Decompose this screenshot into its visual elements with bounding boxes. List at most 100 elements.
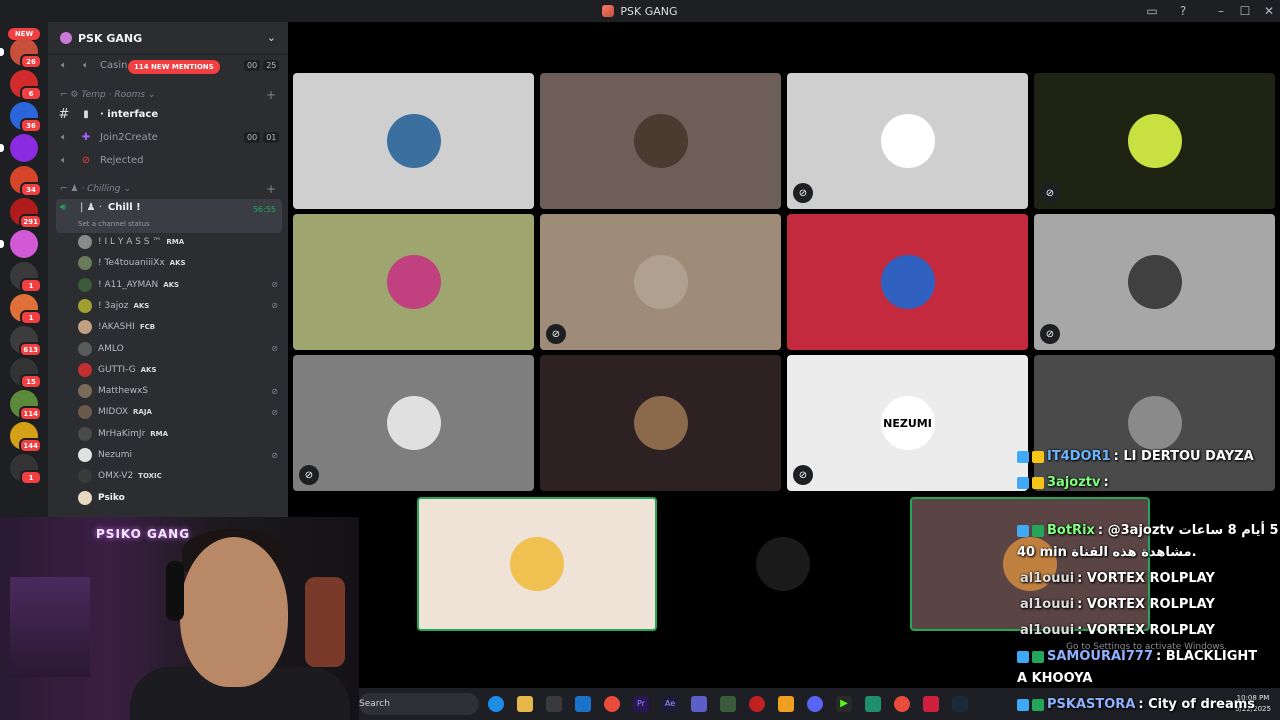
participant-tile[interactable] <box>540 73 781 209</box>
participant-tile[interactable]: ⊘ <box>293 355 534 491</box>
chat-username: BotRix <box>1047 523 1095 538</box>
speaker-active-icon: 🔊︎ <box>60 202 67 213</box>
voice-member[interactable]: MatthewxS ⊘ <box>78 381 282 401</box>
participant-tile[interactable] <box>787 214 1028 350</box>
server-icon[interactable]: 114 <box>10 390 42 421</box>
participant-tile[interactable] <box>293 214 534 350</box>
minecraft-icon[interactable] <box>720 696 736 712</box>
channel-rejected[interactable]: 🔈︎ ⊘ Rejected <box>56 150 282 170</box>
chat-message: 3ajoztv: <box>1017 475 1109 490</box>
server-icon[interactable]: 36 <box>10 102 42 133</box>
chat-username: PSKASTORA <box>1047 697 1136 712</box>
vlc-icon[interactable] <box>778 696 794 712</box>
participant-tile[interactable] <box>663 497 903 631</box>
member-name: Nezumi <box>98 450 132 460</box>
category-temp-rooms[interactable]: ⌐ ⚙ Temp · Rooms ⌄ <box>60 90 155 100</box>
server-icon[interactable] <box>10 230 38 258</box>
participant-tile[interactable] <box>1034 355 1275 491</box>
guild-header[interactable]: PSK GANG ⌄ <box>48 22 288 55</box>
kick-icon[interactable]: ▶ <box>836 696 852 712</box>
voice-member[interactable]: Nezumi ⊘ <box>78 445 282 465</box>
taskbar-search[interactable]: Search <box>359 693 479 715</box>
participant-avatar <box>1127 255 1182 309</box>
participant-avatar <box>880 255 935 309</box>
voice-member[interactable]: ! I L Y A S S ™ RMA <box>78 232 282 252</box>
participant-tile[interactable] <box>417 497 657 631</box>
voice-member[interactable]: !AKASHI FCB <box>78 317 282 337</box>
mention-badge: 1 <box>20 470 42 485</box>
voice-member[interactable]: ! A11_AYMAN AKS ⊘ <box>78 275 282 295</box>
member-tag: AKS <box>133 301 150 310</box>
voice-member[interactable]: AMLO ⊘ <box>78 339 282 359</box>
server-icon[interactable]: 613 <box>10 326 42 357</box>
voice-member[interactable]: GUTTI-G AKS <box>78 360 282 380</box>
participant-tile[interactable]: ⊘ <box>1034 214 1275 350</box>
aftereffects-icon[interactable]: Ae <box>662 696 678 712</box>
server-icon[interactable]: 1 <box>10 262 42 293</box>
webcam-overlay: PSIKO GANG <box>0 517 359 720</box>
voice-member[interactable]: MIDOX RAJA ⊘ <box>78 402 282 422</box>
premiere-icon[interactable]: Pr <box>633 696 649 712</box>
voice-member[interactable]: OMX-V2 TOXIC <box>78 466 282 486</box>
steam-icon[interactable] <box>952 696 968 712</box>
chrome-icon[interactable] <box>604 696 620 712</box>
server-icon[interactable]: 26 <box>10 38 42 69</box>
help-icon[interactable]: ? <box>1171 0 1195 22</box>
opera-icon[interactable] <box>923 696 939 712</box>
teams-icon[interactable] <box>691 696 707 712</box>
voice-member[interactable]: ! 3ajoz AKS ⊘ <box>78 296 282 316</box>
user-count: 00 01 <box>244 132 280 143</box>
chat-badge-icon <box>1017 450 1029 463</box>
discord-icon[interactable] <box>807 696 823 712</box>
participant-tile[interactable]: ⊘ <box>540 214 781 350</box>
count-limit: 01 <box>263 132 280 143</box>
chat-badge-icon <box>1032 476 1044 489</box>
channel-interface[interactable]: # ▮ · interface <box>56 104 282 124</box>
voice-member[interactable]: MrHaKimJr RMA <box>78 424 282 444</box>
add-channel-icon[interactable]: + <box>266 182 276 196</box>
game-icon[interactable] <box>749 696 765 712</box>
avatar <box>78 490 92 505</box>
outlook-icon[interactable] <box>575 696 591 712</box>
avatar <box>78 469 92 484</box>
chevron-down-icon[interactable]: ⌄ <box>267 31 276 44</box>
participant-tile[interactable] <box>293 73 534 209</box>
chat-text: : VORTEX ROLPLAY <box>1077 597 1215 612</box>
category-chilling[interactable]: ⌐ ♟ · Chilling ⌄ <box>60 184 131 194</box>
streamer-face <box>180 537 288 687</box>
add-channel-icon[interactable]: + <box>266 88 276 102</box>
server-icon[interactable]: 34 <box>10 166 42 197</box>
speaker-icon: 🔈︎ <box>61 131 67 143</box>
voice-member[interactable]: Psiko <box>78 488 282 508</box>
server-icon[interactable]: 1 <box>10 454 42 485</box>
mention-badge: 114 <box>19 406 42 421</box>
close-button[interactable]: ✕ <box>1257 0 1280 22</box>
server-icon[interactable]: 144 <box>10 422 42 453</box>
server-icon[interactable]: 15 <box>10 358 42 389</box>
channel-status[interactable]: Set a channel status <box>78 220 150 228</box>
server-icon[interactable]: 1 <box>10 294 42 325</box>
participant-tile[interactable]: NEZUMI ⊘ <box>787 355 1028 491</box>
participant-tile[interactable]: ⊘ <box>787 73 1028 209</box>
edge-icon[interactable] <box>488 696 504 712</box>
store-icon[interactable] <box>546 696 562 712</box>
server-icon[interactable]: 291 <box>10 198 42 229</box>
minimize-button[interactable]: – <box>1209 0 1233 22</box>
inbox-icon[interactable]: ▭ <box>1140 0 1164 22</box>
voice-member[interactable]: ! Te4touaniiiXx AKS <box>78 253 282 273</box>
member-name: MatthewxS <box>98 386 148 397</box>
window-title-text: PSK GANG <box>620 4 678 18</box>
server-icon[interactable] <box>10 134 38 162</box>
chat-badge-icon <box>1017 650 1029 663</box>
chat-username: al1ouui <box>1020 623 1075 638</box>
maximize-button[interactable]: ☐ <box>1233 0 1257 22</box>
participant-tile[interactable]: ⊘ <box>1034 73 1275 209</box>
mentions-pill[interactable]: 114 NEW MENTIONS <box>128 60 220 74</box>
chrome-alt-icon[interactable] <box>894 696 910 712</box>
folder-icon[interactable] <box>517 696 533 712</box>
channel-chill-active[interactable]: 🔊︎ | ♟ · Chill ! Set a channel status 56… <box>56 199 282 233</box>
participant-tile[interactable] <box>540 355 781 491</box>
member-name: GUTTI-G <box>98 364 136 375</box>
server-icon[interactable]: 6 <box>10 70 42 101</box>
app-icon[interactable] <box>865 696 881 712</box>
